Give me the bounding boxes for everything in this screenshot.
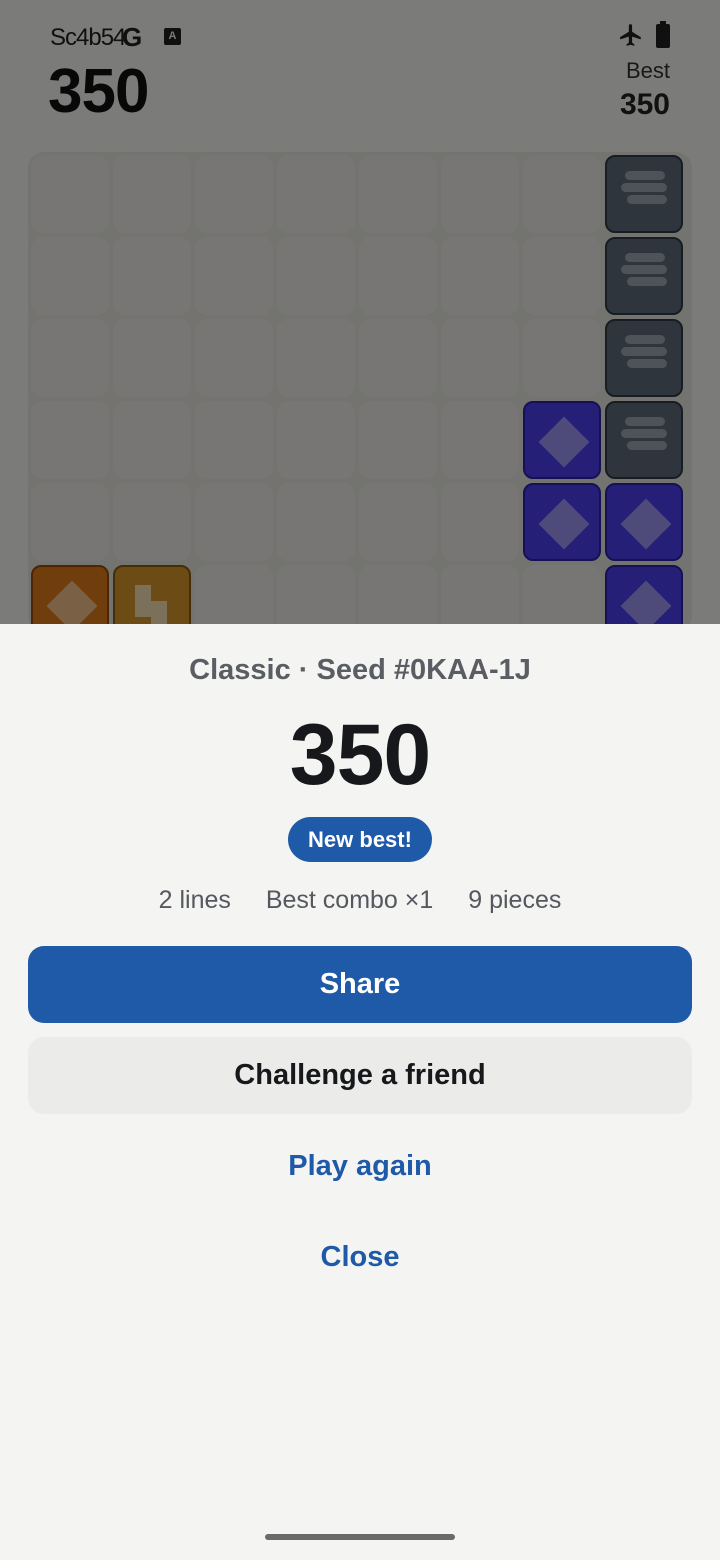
game-board-screen: Sc4b54 G A 350 Best 350 [0,0,720,624]
close-button[interactable]: Close [200,1227,520,1287]
game-over-sheet: Classic · Seed #0KAA-1J 350 New best! 2 … [0,624,720,1560]
new-best-badge: New best! [288,817,432,862]
challenge-friend-button[interactable]: Challenge a friend [28,1037,692,1114]
share-button[interactable]: Share [28,946,692,1023]
stat-pieces: 9 pieces [468,886,562,914]
final-score: 350 [289,707,432,803]
game-stats: 2 lines Best combo ×1 9 pieces [0,886,720,915]
play-again-button[interactable]: Play again [200,1136,520,1196]
modal-scrim[interactable] [0,0,720,624]
stat-lines: 2 lines [158,886,231,914]
stat-best-combo: Best combo ×1 [265,886,434,914]
home-indicator[interactable] [265,1534,455,1540]
mode-seed-label: Classic · Seed #0KAA-1J [189,654,531,686]
